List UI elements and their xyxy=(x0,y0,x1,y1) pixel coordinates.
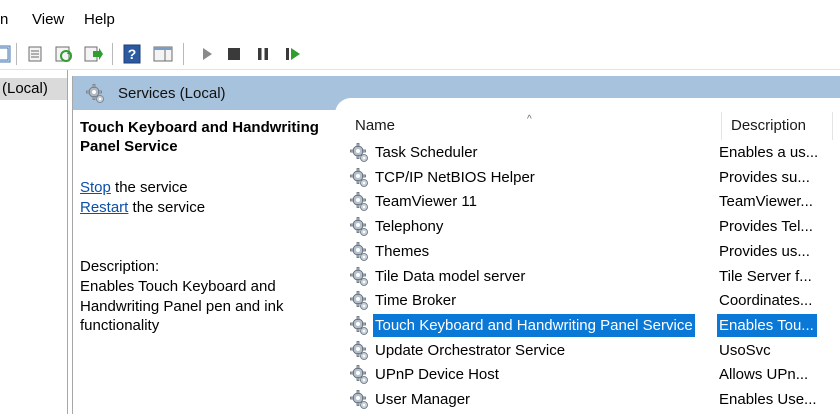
service-description-cell: Coordinates... xyxy=(719,292,813,310)
service-description-cell: Provides su... xyxy=(719,168,810,186)
service-description-cell: Enables a us... xyxy=(719,144,817,161)
action-pane-icon[interactable] xyxy=(152,43,174,65)
service-row[interactable]: User Manager Enables Use... xyxy=(349,388,840,411)
service-gear-icon xyxy=(349,142,371,164)
service-name: Themes xyxy=(375,242,430,260)
column-divider[interactable] xyxy=(721,112,722,140)
service-description-cell: Provides Tel... xyxy=(719,218,813,236)
service-row[interactable]: UPnP Device Host Allows UPn... xyxy=(349,363,840,386)
toolbar-separator xyxy=(183,43,184,65)
pause-service-icon[interactable] xyxy=(252,43,274,65)
service-row[interactable]: TCP/IP NetBIOS Helper Provides su... xyxy=(349,166,840,189)
svg-text:?: ? xyxy=(128,46,137,62)
restart-suffix: the service xyxy=(128,199,206,216)
column-divider[interactable] xyxy=(832,112,833,140)
service-name: UPnP Device Host xyxy=(375,366,499,384)
service-name: Touch Keyboard and Handwriting Panel Ser… xyxy=(373,313,695,337)
service-name: Tile Data model server xyxy=(375,267,526,285)
service-gear-icon xyxy=(349,266,371,288)
service-gear-icon xyxy=(349,290,371,312)
service-row[interactable]: TeamViewer 11 TeamViewer... xyxy=(349,190,840,213)
start-service-icon[interactable] xyxy=(196,43,218,65)
service-row[interactable]: Task Scheduler Enables a us... xyxy=(349,141,840,164)
service-name: TeamViewer 11 xyxy=(375,193,477,211)
service-row[interactable]: Update Orchestrator Service UsoSvc xyxy=(349,339,840,362)
service-row[interactable]: Themes Provides us... xyxy=(349,240,840,263)
column-header-description[interactable]: Description xyxy=(731,112,806,140)
menu-action[interactable]: n xyxy=(0,11,8,28)
list-header: ^ Name Description xyxy=(335,112,840,140)
menu-help[interactable]: Help xyxy=(84,11,115,28)
toolbar-separator xyxy=(16,43,17,65)
service-gear-icon xyxy=(349,191,371,213)
toolbar: ? xyxy=(0,38,840,70)
stop-suffix: the service xyxy=(110,179,188,196)
service-gear-icon xyxy=(349,389,371,411)
services-pane: Services (Local) Touch Keyboard and Hand… xyxy=(72,76,840,414)
service-row[interactable]: Time Broker Coordinates... xyxy=(349,289,840,312)
export-list-icon[interactable] xyxy=(82,43,104,65)
properties-icon[interactable] xyxy=(24,43,46,65)
service-name: User Manager xyxy=(375,391,471,408)
service-description-cell: Provides us... xyxy=(719,242,810,260)
service-description: Enables Touch Keyboard and Handwriting P… xyxy=(80,278,284,334)
service-name: Telephony xyxy=(375,218,444,236)
menu-bar: n View Help xyxy=(0,0,840,38)
stop-link[interactable]: Stop xyxy=(80,179,111,196)
service-row[interactable]: Touch Keyboard and Handwriting Panel Ser… xyxy=(349,313,840,337)
service-description-cell: TeamViewer... xyxy=(719,193,813,211)
service-name: Update Orchestrator Service xyxy=(375,341,566,359)
selected-service-title: Touch Keyboard and Handwriting Panel Ser… xyxy=(80,119,319,155)
service-description-cell: UsoSvc xyxy=(719,341,771,359)
service-name: Time Broker xyxy=(375,292,457,310)
service-row[interactable]: Telephony Provides Tel... xyxy=(349,215,840,238)
restart-service-icon[interactable] xyxy=(282,43,304,65)
sort-ascending-icon: ^ xyxy=(527,114,532,125)
console-tree-pane: (Local) xyxy=(0,70,68,414)
service-detail-panel: Touch Keyboard and Handwriting Panel Ser… xyxy=(73,110,335,414)
service-description-cell: Tile Server f... xyxy=(719,267,812,285)
gear-icon xyxy=(85,83,107,109)
service-name: Task Scheduler xyxy=(375,144,478,161)
service-gear-icon xyxy=(349,364,371,386)
service-gear-icon xyxy=(349,241,371,263)
service-gear-icon xyxy=(349,167,371,189)
service-gear-icon xyxy=(349,315,371,337)
restart-action: Restart the service xyxy=(80,199,205,216)
stop-action: Stop the service xyxy=(80,179,188,196)
restart-link[interactable]: Restart xyxy=(80,199,128,216)
pane-title: Services (Local) xyxy=(118,85,226,102)
description-label: Description: xyxy=(80,258,160,275)
help-icon[interactable]: ? xyxy=(121,43,143,65)
service-name: TCP/IP NetBIOS Helper xyxy=(375,168,535,186)
menu-view[interactable]: View xyxy=(32,11,64,28)
service-row[interactable]: Tile Data model server Tile Server f... xyxy=(349,265,840,288)
service-description-cell: Enables Use... xyxy=(719,391,817,408)
column-header-name[interactable]: Name xyxy=(355,112,395,140)
service-gear-icon xyxy=(349,340,371,362)
refresh-icon[interactable] xyxy=(53,43,75,65)
stop-service-icon[interactable] xyxy=(223,43,245,65)
service-description-cell: Enables Tou... xyxy=(717,313,817,337)
tree-item-services-local[interactable]: (Local) xyxy=(0,78,67,100)
console-tree-icon[interactable] xyxy=(0,43,14,65)
service-description-cell: Allows UPn... xyxy=(719,366,809,384)
service-gear-icon xyxy=(349,216,371,238)
toolbar-separator xyxy=(112,43,113,65)
services-list: ^ Name Description Task Scheduler Enables… xyxy=(335,98,840,414)
